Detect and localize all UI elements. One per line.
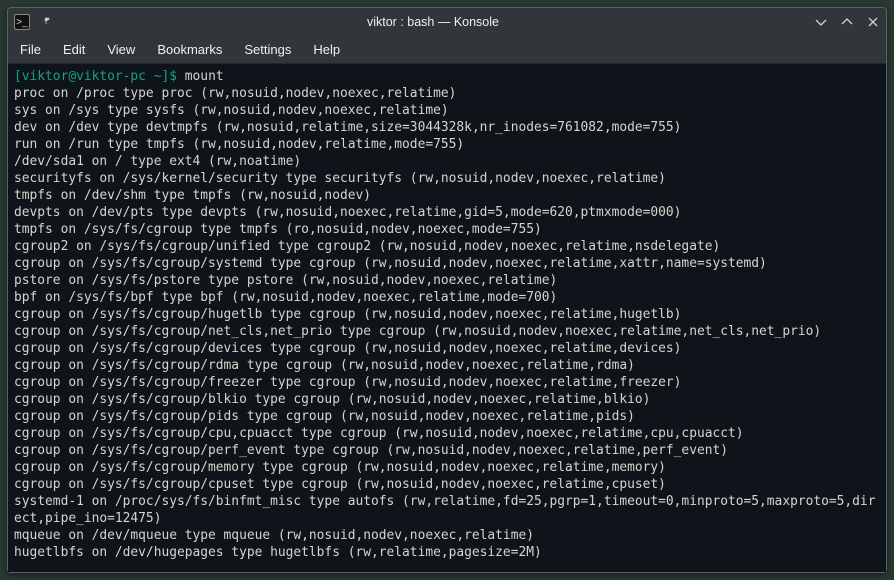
close-button[interactable] (866, 15, 880, 29)
minimize-button[interactable] (814, 15, 828, 29)
konsole-window: >_ viktor : bash — Konsole File Edit Vie… (7, 7, 887, 573)
menu-edit[interactable]: Edit (63, 42, 85, 57)
window-controls (814, 15, 880, 29)
menu-file[interactable]: File (20, 42, 41, 57)
window-title: viktor : bash — Konsole (52, 15, 814, 29)
terminal-icon: >_ (14, 14, 30, 30)
prompt-close: ]$ (161, 69, 184, 84)
maximize-button[interactable] (840, 15, 854, 29)
menu-view[interactable]: View (107, 42, 135, 57)
menubar: File Edit View Bookmarks Settings Help (8, 36, 886, 64)
titlebar[interactable]: >_ viktor : bash — Konsole (8, 8, 886, 36)
prompt-open: [ (14, 69, 22, 84)
menu-bookmarks[interactable]: Bookmarks (157, 42, 222, 57)
prompt-user-host: viktor@viktor-pc (22, 69, 146, 84)
terminal-area[interactable]: [viktor@viktor-pc ~]$ mount proc on /pro… (8, 64, 886, 572)
menu-help[interactable]: Help (313, 42, 340, 57)
pin-icon[interactable] (38, 15, 52, 29)
command-output: proc on /proc type proc (rw,nosuid,nodev… (14, 86, 875, 560)
prompt-path: ~ (146, 69, 162, 84)
menu-settings[interactable]: Settings (244, 42, 291, 57)
titlebar-left-icons: >_ (14, 14, 52, 30)
command-text: mount (185, 69, 224, 84)
